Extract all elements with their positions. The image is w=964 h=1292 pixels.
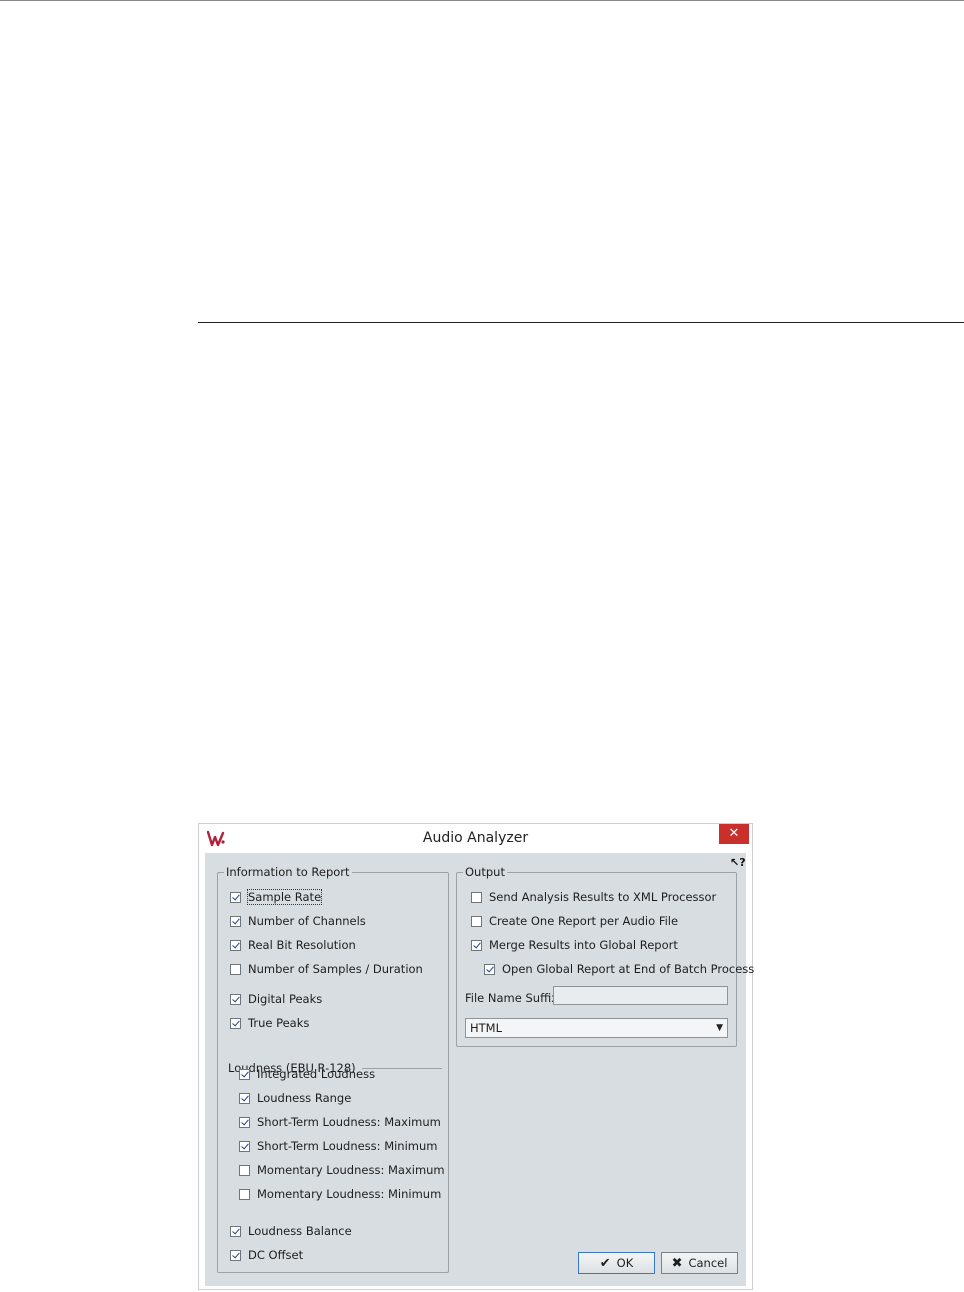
number-of-samples-checkbox[interactable] bbox=[230, 963, 241, 975]
momentary-max-label: Momentary Loudness: Maximum bbox=[257, 1163, 445, 1177]
merge-global-report-option[interactable]: Merge Results into Global Report bbox=[471, 937, 678, 953]
ok-button[interactable]: ✔ OK bbox=[578, 1252, 655, 1274]
sample-rate-label: Sample Rate bbox=[246, 889, 323, 905]
dialog-title: Audio Analyzer bbox=[422, 830, 529, 846]
cancel-button-label: Cancel bbox=[688, 1256, 728, 1270]
checkmark-icon: ✔ bbox=[599, 1255, 611, 1271]
sample-rate-option[interactable]: Sample Rate bbox=[230, 889, 323, 905]
send-xml-label: Send Analysis Results to XML Processor bbox=[489, 890, 717, 904]
send-xml-option[interactable]: Send Analysis Results to XML Processor bbox=[471, 889, 716, 905]
close-icon: ✕ bbox=[728, 826, 740, 841]
number-of-channels-checkbox[interactable] bbox=[230, 915, 241, 927]
report-format-select[interactable]: HTML ▼ bbox=[465, 1018, 728, 1038]
information-to-report-group: Information to Report Sample Rate Number… bbox=[217, 864, 449, 1273]
momentary-max-option[interactable]: Momentary Loudness: Maximum bbox=[239, 1162, 445, 1178]
loudness-range-checkbox[interactable] bbox=[239, 1092, 250, 1104]
number-of-channels-label: Number of Channels bbox=[248, 914, 366, 928]
sample-rate-checkbox[interactable] bbox=[230, 891, 241, 903]
digital-peaks-option[interactable]: Digital Peaks bbox=[230, 991, 322, 1007]
audio-analyzer-dialog: Audio Analyzer ✕ ↖? Information to Repor… bbox=[198, 823, 754, 1290]
momentary-min-label: Momentary Loudness: Minimum bbox=[257, 1187, 442, 1201]
short-term-min-checkbox[interactable] bbox=[239, 1140, 250, 1152]
report-format-value: HTML bbox=[470, 1021, 503, 1035]
loudness-balance-label: Loudness Balance bbox=[248, 1224, 352, 1238]
dc-offset-checkbox[interactable] bbox=[230, 1249, 241, 1261]
one-report-per-file-option[interactable]: Create One Report per Audio File bbox=[471, 913, 678, 929]
loudness-range-option[interactable]: Loudness Range bbox=[239, 1090, 351, 1106]
loudness-balance-checkbox[interactable] bbox=[230, 1225, 241, 1237]
send-xml-checkbox[interactable] bbox=[471, 891, 482, 903]
open-global-report-label: Open Global Report at End of Batch Proce… bbox=[502, 962, 755, 976]
loudness-range-label: Loudness Range bbox=[257, 1091, 352, 1105]
file-name-suffix-input[interactable] bbox=[553, 986, 728, 1005]
one-report-per-file-label: Create One Report per Audio File bbox=[489, 914, 679, 928]
section-rule bbox=[198, 322, 964, 323]
one-report-per-file-checkbox[interactable] bbox=[471, 915, 482, 927]
momentary-min-checkbox[interactable] bbox=[239, 1188, 250, 1200]
cancel-button[interactable]: ✖ Cancel bbox=[661, 1252, 738, 1274]
real-bit-resolution-label: Real Bit Resolution bbox=[248, 938, 356, 952]
true-peaks-checkbox[interactable] bbox=[230, 1017, 241, 1029]
real-bit-resolution-checkbox[interactable] bbox=[230, 939, 241, 951]
dc-offset-option[interactable]: DC Offset bbox=[230, 1247, 303, 1263]
open-global-report-checkbox[interactable] bbox=[484, 963, 495, 975]
ok-button-label: OK bbox=[616, 1256, 634, 1270]
cross-icon: ✖ bbox=[671, 1255, 683, 1271]
real-bit-resolution-option[interactable]: Real Bit Resolution bbox=[230, 937, 356, 953]
short-term-max-option[interactable]: Short-Term Loudness: Maximum bbox=[239, 1114, 441, 1130]
dialog-titlebar[interactable]: Audio Analyzer ✕ bbox=[199, 824, 752, 852]
number-of-channels-option[interactable]: Number of Channels bbox=[230, 913, 366, 929]
true-peaks-option[interactable]: True Peaks bbox=[230, 1015, 309, 1031]
short-term-max-label: Short-Term Loudness: Maximum bbox=[257, 1115, 441, 1129]
number-of-samples-option[interactable]: Number of Samples / Duration bbox=[230, 961, 423, 977]
dialog-client-area: ↖? Information to Report Sample Rate Num… bbox=[205, 853, 754, 1286]
short-term-min-label: Short-Term Loudness: Minimum bbox=[257, 1139, 438, 1153]
integrated-loudness-label: Integrated Loudness bbox=[257, 1067, 376, 1081]
short-term-min-option[interactable]: Short-Term Loudness: Minimum bbox=[239, 1138, 438, 1154]
short-term-max-checkbox[interactable] bbox=[239, 1116, 250, 1128]
loudness-balance-option[interactable]: Loudness Balance bbox=[230, 1223, 352, 1239]
output-group: Output Send Analysis Results to XML Proc… bbox=[456, 864, 754, 1047]
merge-global-report-label: Merge Results into Global Report bbox=[489, 938, 678, 952]
open-global-report-option[interactable]: Open Global Report at End of Batch Proce… bbox=[484, 961, 754, 977]
momentary-max-checkbox[interactable] bbox=[239, 1164, 250, 1176]
momentary-min-option[interactable]: Momentary Loudness: Minimum bbox=[239, 1186, 441, 1202]
output-group-title: Output bbox=[463, 864, 507, 880]
dc-offset-label: DC Offset bbox=[248, 1248, 304, 1262]
merge-global-report-checkbox[interactable] bbox=[471, 939, 482, 951]
number-of-samples-label: Number of Samples / Duration bbox=[248, 962, 423, 976]
page-top-rule bbox=[0, 0, 964, 1]
dropdown-arrow-icon: ▼ bbox=[716, 1023, 723, 1033]
information-to-report-title: Information to Report bbox=[224, 864, 352, 880]
true-peaks-label: True Peaks bbox=[248, 1016, 310, 1030]
file-name-suffix-label: File Name Suffix bbox=[465, 991, 558, 1005]
digital-peaks-label: Digital Peaks bbox=[248, 992, 323, 1006]
digital-peaks-checkbox[interactable] bbox=[230, 993, 241, 1005]
context-help-icon[interactable]: ↖? bbox=[730, 855, 748, 871]
integrated-loudness-checkbox[interactable] bbox=[239, 1068, 250, 1080]
integrated-loudness-option[interactable]: Integrated Loudness bbox=[239, 1066, 375, 1082]
close-button[interactable]: ✕ bbox=[719, 824, 749, 844]
